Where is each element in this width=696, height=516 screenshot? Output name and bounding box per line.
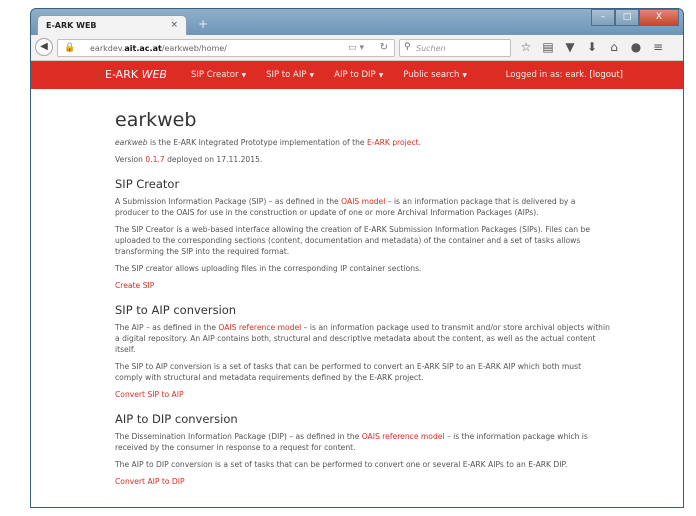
lock-icon[interactable]: 🔒: [64, 43, 75, 53]
caret-down-icon: ▼: [309, 72, 315, 79]
version-suffix: deployed on 17.11.2015.: [164, 155, 263, 164]
intro-text: is the E-ARK Integrated Prototype implem…: [147, 138, 367, 147]
url-path: /earkweb/home/: [161, 44, 227, 53]
brand-suffix: WEB: [141, 68, 167, 81]
tab-title: E-ARK WEB: [46, 21, 97, 30]
menu-icon[interactable]: ≡: [651, 39, 665, 55]
web-page: E-ARK WEB SIP Creator ▼ SIP to AIP ▼ AIP t…: [31, 61, 683, 507]
intro-emphasis: earkweb: [115, 138, 148, 147]
menu-label: AIP to DIP: [334, 70, 376, 80]
section-action: Create SIP: [115, 280, 611, 291]
caret-down-icon: ▼: [241, 72, 247, 79]
login-text: Logged in as: eark.: [505, 70, 587, 80]
menu-public-search[interactable]: Public search ▼: [403, 70, 467, 80]
url-prefix: earkdev.: [90, 44, 125, 53]
intro-end: .: [418, 138, 422, 147]
convert-sip-to-aip-link[interactable]: Convert SIP to AIP: [115, 390, 184, 399]
brand-prefix: E-ARK: [105, 68, 142, 81]
section-paragraph: A Submission Information Package (SIP) –…: [115, 196, 611, 218]
browser-window: E-ARK WEB × + – □ X ◀ 🔒 earkdev.ait.ac.a…: [30, 8, 684, 508]
section-heading-sip-to-aip: SIP to AIP conversion: [115, 303, 237, 317]
version-line: Version 0.1.7 deployed on 17.11.2015.: [115, 154, 611, 165]
url-host: ait.ac.at: [124, 44, 162, 53]
maximize-button[interactable]: □: [615, 9, 639, 26]
new-tab-button[interactable]: +: [193, 16, 213, 32]
menu-label: Public search: [403, 70, 460, 80]
create-sip-link[interactable]: Create SIP: [115, 281, 154, 290]
version-link[interactable]: 0.1.7: [145, 155, 164, 164]
section-paragraph: The SIP creator allows uploading files i…: [115, 264, 422, 273]
menu-sip-to-aip[interactable]: SIP to AIP ▼: [266, 70, 314, 80]
pocket-icon[interactable]: ▼: [563, 39, 577, 55]
eark-project-link[interactable]: E-ARK project: [367, 138, 419, 147]
window-controls: – □ X: [591, 9, 679, 27]
intro-paragraph: earkweb is the E-ARK Integrated Prototyp…: [115, 137, 611, 148]
reload-icon[interactable]: ↻: [380, 42, 388, 53]
oais-reference-model-link[interactable]: OAIS reference model: [218, 323, 301, 332]
menu-aip-to-dip[interactable]: AIP to DIP ▼: [334, 70, 383, 80]
chat-icon[interactable]: ●: [629, 39, 643, 55]
page-title: earkweb: [115, 109, 197, 131]
close-tab-icon[interactable]: ×: [170, 20, 178, 30]
paragraph-text: A Submission Information Package (SIP) –…: [115, 197, 342, 206]
main-menu: SIP Creator ▼ SIP to AIP ▼ AIP to DIP ▼ Pub…: [191, 70, 487, 80]
download-icon[interactable]: ⬇: [585, 39, 599, 55]
search-placeholder: Suchen: [416, 44, 446, 53]
section-paragraph: The SIP Creator is a web-based interface…: [115, 225, 590, 256]
menu-sip-creator[interactable]: SIP Creator ▼: [191, 70, 246, 80]
page-info-icon[interactable]: ▭ ▾: [348, 43, 364, 53]
section-heading-sip-creator: SIP Creator: [115, 177, 180, 191]
caret-down-icon: ▼: [378, 72, 384, 79]
back-arrow-icon: ◀: [40, 41, 48, 52]
bookmarks-list-icon[interactable]: ▤: [541, 39, 555, 55]
search-icon: ⚲: [404, 42, 411, 52]
paragraph-text: The AIP – as defined in the: [115, 323, 219, 332]
section-action: Convert AIP to DIP: [115, 476, 611, 487]
logout-link[interactable]: [logout]: [589, 70, 623, 80]
oais-reference-model-link[interactable]: OAIS reference model: [362, 432, 445, 441]
version-prefix: Version: [115, 155, 146, 164]
site-navbar: E-ARK WEB SIP Creator ▼ SIP to AIP ▼ AIP t…: [31, 61, 683, 89]
browser-tab[interactable]: E-ARK WEB ×: [37, 15, 187, 35]
section-heading-aip-to-dip: AIP to DIP conversion: [115, 412, 238, 426]
oais-model-link[interactable]: OAIS model: [341, 197, 385, 206]
home-icon[interactable]: ⌂: [607, 39, 621, 55]
section-paragraph: The Dissemination Information Package (D…: [115, 431, 611, 453]
paragraph-text: The Dissemination Information Package (D…: [115, 432, 362, 441]
section-paragraph: The SIP to AIP conversion is a set of ta…: [115, 362, 582, 382]
back-button[interactable]: ◀: [35, 38, 53, 56]
caret-down-icon: ▼: [462, 72, 468, 79]
close-window-button[interactable]: X: [639, 9, 679, 26]
login-status: Logged in as: eark. [logout]: [506, 70, 623, 80]
bookmark-star-icon[interactable]: ☆: [519, 39, 533, 55]
search-input[interactable]: ⚲ Suchen: [399, 39, 511, 57]
section-paragraph: The AIP to DIP conversion is a set of ta…: [115, 460, 568, 469]
tab-bar: E-ARK WEB × + – □ X: [31, 9, 683, 35]
toolbar-icons: ☆ ▤ ▼ ⬇ ⌂ ● ≡: [519, 39, 665, 55]
section-paragraph: The AIP – as defined in the OAIS referen…: [115, 322, 611, 355]
menu-label: SIP Creator: [191, 70, 239, 80]
main-content: earkweb earkweb is the E-ARK Integrated …: [31, 89, 611, 487]
browser-toolbar: ◀ 🔒 earkdev.ait.ac.at/earkweb/home/ ▭ ▾ …: [31, 35, 683, 61]
convert-aip-to-dip-link[interactable]: Convert AIP to DIP: [115, 477, 185, 486]
address-bar[interactable]: 🔒 earkdev.ait.ac.at/earkweb/home/ ▭ ▾ ↻: [57, 39, 395, 57]
minimize-button[interactable]: –: [591, 9, 615, 26]
section-action: Convert SIP to AIP: [115, 389, 611, 400]
menu-label: SIP to AIP: [266, 70, 307, 80]
site-brand[interactable]: E-ARK WEB: [105, 68, 167, 81]
